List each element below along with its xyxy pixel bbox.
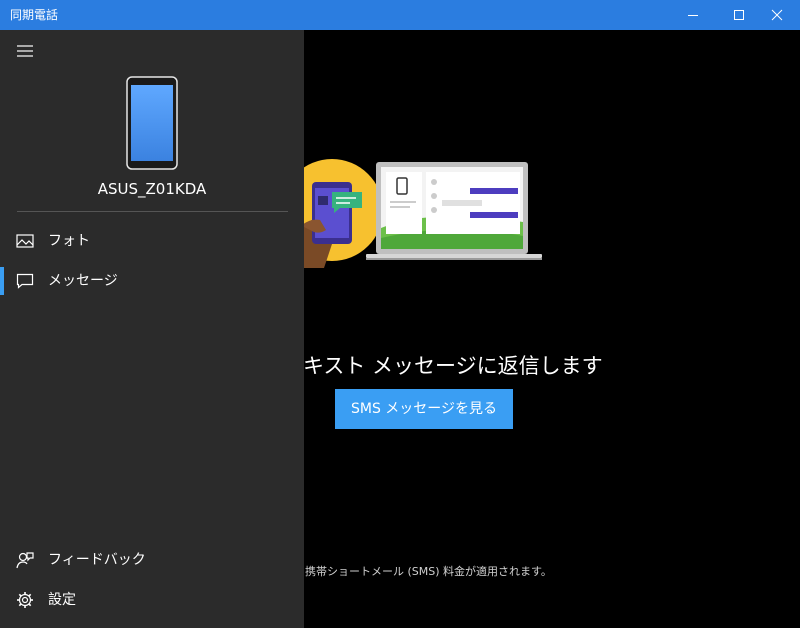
sidebar-item-settings[interactable]: 設定 (0, 582, 304, 618)
hamburger-menu-icon[interactable] (16, 44, 36, 58)
minimize-button[interactable] (670, 0, 716, 30)
message-icon (16, 273, 34, 289)
active-indicator (0, 267, 4, 295)
window-title: 同期電話 (10, 8, 59, 22)
sidebar-item-feedback[interactable]: フィードバック (0, 542, 304, 578)
maximize-icon (734, 10, 744, 20)
phone-laptop-illustration-icon (281, 159, 542, 268)
gear-icon (17, 592, 33, 608)
minimize-icon (688, 15, 698, 16)
sidebar-item-label: フィードバック (48, 552, 146, 568)
sms-charge-footnote: 準の携帯ショートメール (SMS) 料金が適用されます。 (283, 565, 552, 578)
close-button[interactable] (754, 0, 800, 30)
divider (17, 211, 288, 212)
title-bar: 同期電話 (0, 0, 800, 30)
feedback-icon (16, 552, 34, 569)
photo-icon (16, 234, 34, 248)
sidebar-item-messages[interactable]: メッセージ (0, 263, 304, 299)
close-icon (771, 9, 783, 21)
sidebar-item-label: メッセージ (48, 273, 118, 289)
phone-device-icon (126, 76, 178, 170)
headline: テキスト メッセージに返信します (282, 354, 603, 378)
device-name: ASUS_Z01KDA (97, 180, 207, 198)
sidebar-item-photos[interactable]: フォト (0, 223, 304, 259)
side-pane: ASUS_Z01KDA フォト メッセージ フィードバック 設定 (0, 30, 304, 628)
sidebar-item-label: フォト (48, 233, 90, 249)
sidebar-item-label: 設定 (48, 592, 76, 608)
view-sms-button[interactable]: SMS メッセージを見る (335, 389, 513, 429)
